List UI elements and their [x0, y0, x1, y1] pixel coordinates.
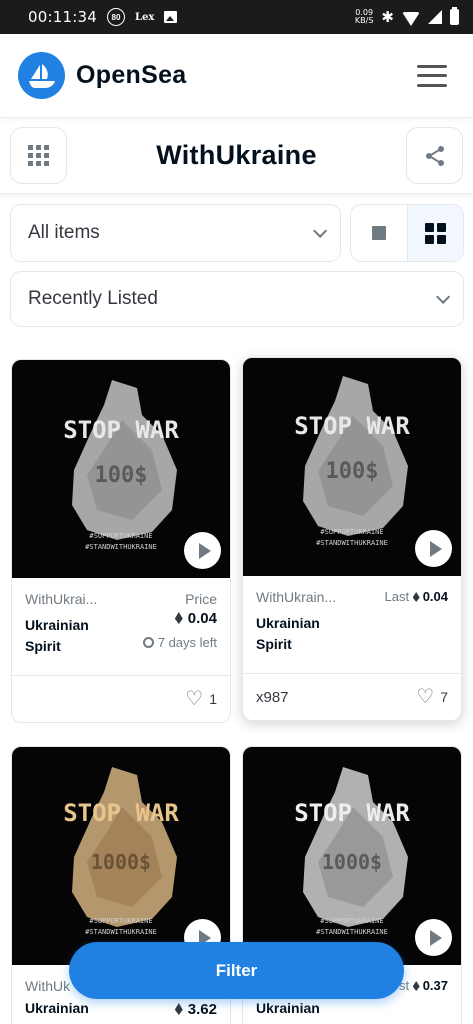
time-left: 7 days left	[142, 635, 217, 650]
filter-button[interactable]: Filter	[69, 942, 404, 999]
app-header: OpenSea	[0, 34, 473, 118]
grid-view-icon	[424, 222, 446, 244]
bluetooth-icon: ✱	[381, 9, 394, 26]
art-headline: STOP WAR	[63, 799, 179, 827]
lex-app-icon: Lex	[134, 11, 155, 23]
art-hashtag-2: #STANDWITHUKRAINE	[85, 928, 157, 936]
nft-artwork[interactable]: STOP WAR 1000$ #SUPPORTUKRAINE #STANDWIT…	[12, 747, 230, 965]
play-button[interactable]	[415, 919, 452, 956]
art-headline: STOP WAR	[294, 412, 410, 440]
price-label: Price	[185, 591, 217, 607]
card-nft-name: Ukrainian	[25, 1000, 89, 1016]
sort-select-value: Recently Listed	[28, 288, 158, 309]
eth-icon	[412, 981, 420, 991]
brand-name[interactable]: OpenSea	[76, 61, 186, 90]
nft-artwork[interactable]: STOP WAR 100$ #SUPPORTUKRAINE #STANDWITH…	[243, 358, 461, 576]
art-hashtag-1: #SUPPORTUKRAINE	[89, 917, 152, 925]
sort-select[interactable]: Recently Listed	[10, 271, 464, 327]
favorite-button[interactable]: ♡ 7	[416, 687, 448, 707]
chevron-down-icon	[313, 223, 328, 238]
art-headline: STOP WAR	[294, 799, 410, 827]
art-value: 100$	[326, 459, 379, 484]
grid-view-button[interactable]	[406, 205, 463, 261]
heart-icon: ♡	[185, 688, 204, 710]
last-price: st 0.37	[398, 978, 448, 993]
art-hashtag-2: #STANDWITHUKRAINE	[316, 539, 388, 547]
play-button[interactable]	[184, 532, 221, 569]
art-value: 1000$	[322, 850, 382, 874]
likes-count: 1	[209, 691, 217, 707]
play-button[interactable]	[415, 530, 452, 567]
grid-icon	[28, 145, 49, 166]
eth-icon	[174, 1003, 183, 1015]
battery-icon	[450, 7, 459, 25]
art-hashtag-1: #SUPPORTUKRAINE	[89, 532, 152, 540]
eth-icon	[174, 612, 183, 624]
likes-count: 7	[440, 689, 448, 705]
wifi-icon	[402, 12, 420, 26]
status-bar: 00:11:34 80 Lex 0.09 KB/S ✱	[0, 0, 473, 34]
nft-card[interactable]: STOP WAR 100$ #SUPPORTUKRAINE #STANDWITH…	[11, 359, 231, 723]
art-hashtag-1: #SUPPORTUKRAINE	[320, 528, 383, 536]
clock-time: 00:11:34	[28, 8, 97, 26]
card-nft-name: Ukrainian Spirit	[256, 615, 320, 652]
hamburger-menu-icon[interactable]	[417, 64, 447, 87]
collection-title: WithUkraine	[156, 140, 317, 170]
items-select[interactable]: All items	[10, 204, 341, 262]
badge-icon: 80	[106, 8, 125, 26]
card-nft-name: Ukrainian Spirit	[25, 617, 89, 654]
price-value: 0.04	[143, 610, 217, 627]
opensea-logo-icon[interactable]	[18, 52, 65, 99]
image-icon	[164, 11, 178, 23]
single-view-button[interactable]	[351, 205, 407, 261]
chevron-down-icon	[436, 289, 451, 304]
edition-count: x987	[256, 688, 289, 706]
share-icon	[425, 145, 444, 166]
view-toggle	[350, 204, 464, 262]
clock-icon	[142, 637, 154, 648]
apps-grid-button[interactable]	[10, 127, 67, 184]
net-speed: 0.09 KB/S	[354, 8, 374, 25]
art-hashtag-2: #STANDWITHUKRAINE	[316, 928, 388, 936]
price-value: 3.62	[174, 1001, 217, 1018]
card-nft-name: Ukrainian	[256, 1000, 320, 1016]
eth-icon	[412, 592, 420, 602]
nft-card[interactable]: STOP WAR 100$ #SUPPORTUKRAINE #STANDWITH…	[242, 357, 462, 721]
art-value: 100$	[95, 463, 148, 488]
items-select-value: All items	[28, 222, 100, 243]
art-headline: STOP WAR	[63, 416, 179, 444]
favorite-button[interactable]: ♡ 1	[185, 689, 217, 709]
square-icon	[371, 226, 386, 240]
collection-bar: WithUkraine	[0, 118, 473, 194]
heart-icon: ♡	[416, 686, 435, 708]
art-hashtag-1: #SUPPORTUKRAINE	[320, 917, 383, 925]
art-value: 1000$	[91, 850, 151, 874]
last-price: Last 0.04	[384, 589, 448, 604]
signal-icon	[428, 10, 442, 24]
nft-artwork[interactable]: STOP WAR 100$ #SUPPORTUKRAINE #STANDWITH…	[12, 360, 230, 578]
nft-artwork[interactable]: STOP WAR 1000$ #SUPPORTUKRAINE #STANDWIT…	[243, 747, 461, 965]
share-button[interactable]	[406, 127, 463, 184]
art-hashtag-2: #STANDWITHUKRAINE	[85, 543, 157, 551]
